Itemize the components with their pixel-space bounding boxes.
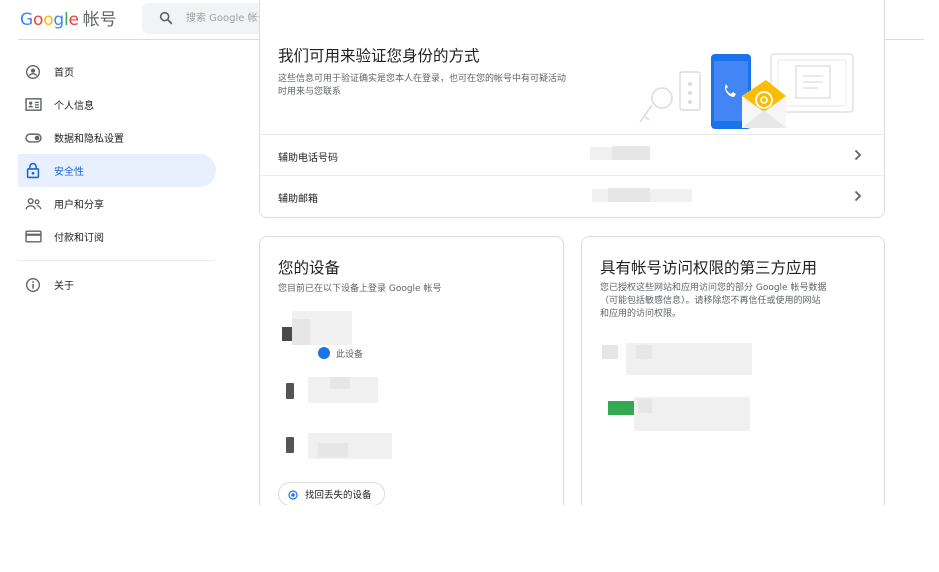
this-device-check-icon (318, 347, 330, 359)
people-icon (24, 195, 42, 213)
verify-card-description: 这些信息可用于验证确实是您本人在登录，也可在您的帐号中有可疑活动 时用来与您联系 (278, 73, 638, 99)
logo-letter: g (53, 10, 64, 30)
phone-icon (286, 437, 294, 453)
account-circle-icon (24, 63, 42, 81)
page-blank-area (0, 505, 939, 572)
sidebar-item-label: 安全性 (54, 167, 84, 178)
sidebar-divider (18, 260, 214, 261)
chevron-right-icon (854, 190, 862, 202)
device-item[interactable]: 此设备 (278, 309, 548, 360)
sidebar-item-label: 关于 (54, 281, 74, 292)
your-devices-card: 您的设备 您目前已在以下设备上登录 Google 帐号 此设备 找回丢失的设备 (259, 236, 564, 516)
sidebar-item-label: 首页 (54, 68, 74, 79)
app-icon (608, 401, 634, 415)
logo-letter: G (20, 10, 33, 30)
sidebar-item-data-privacy[interactable]: 数据和隐私设置 (18, 121, 216, 154)
toggle-icon (24, 129, 42, 147)
device-item[interactable] (278, 373, 548, 407)
recovery-email-row[interactable]: 辅助邮箱 (260, 175, 884, 217)
find-lost-device-button[interactable]: 找回丢失的设备 (278, 482, 385, 506)
credit-card-icon (24, 228, 42, 246)
id-card-icon (24, 96, 42, 114)
info-icon (24, 276, 42, 294)
redacted-device-name (330, 377, 350, 389)
sidebar-item-label: 付款和订阅 (54, 233, 104, 244)
apps-card-title: 具有帐号访问权限的第三方应用 (600, 259, 818, 277)
recovery-phone-label: 辅助电话号码 (278, 153, 338, 164)
logo-letter: o (32, 10, 44, 30)
verify-card-desc-line: 时用来与您联系 (278, 87, 342, 97)
sidebar-item-personal-info[interactable]: 个人信息 (18, 88, 216, 121)
third-party-apps-card: 具有帐号访问权限的第三方应用 您已授权这些网站和应用访问您的部分 Google … (581, 236, 885, 516)
app-icon (602, 345, 618, 359)
sidebar-item-label: 个人信息 (54, 101, 94, 112)
recovery-phone-row[interactable]: 辅助电话号码 (260, 134, 884, 176)
redacted-device-name (318, 443, 348, 457)
chevron-right-icon (854, 149, 862, 161)
app-item[interactable] (600, 341, 760, 375)
redacted-app-name (636, 345, 652, 359)
redacted-device-name (292, 319, 310, 345)
devices-card-description: 您目前已在以下设备上登录 Google 帐号 (278, 284, 442, 294)
redacted-phone-number (612, 146, 650, 160)
locate-icon (288, 490, 298, 500)
phone-email-illustration (639, 53, 854, 129)
search-icon (159, 11, 173, 25)
verify-card-title: 我们可用来验证您身份的方式 (278, 47, 480, 65)
devices-card-title: 您的设备 (278, 259, 341, 277)
find-lost-device-label: 找回丢失的设备 (305, 490, 372, 501)
verify-card-desc-line: 这些信息可用于验证确实是您本人在登录，也可在您的帐号中有可疑活动 (278, 74, 567, 84)
recovery-email-label: 辅助邮箱 (278, 194, 318, 205)
device-item[interactable] (278, 429, 548, 463)
logo-letter: o (43, 10, 54, 30)
phone-icon (286, 383, 294, 399)
logo-suffix: 帐号 (82, 10, 117, 30)
this-device-label: 此设备 (336, 350, 364, 360)
logo-letter: e (68, 10, 79, 30)
sidebar-item-security[interactable]: 安全性 (18, 154, 216, 187)
redacted-app-name (638, 399, 652, 413)
apps-card-desc-line: （可能包括敏感信息）。请移除您不再信任或使用的网站 (600, 296, 821, 306)
google-account-logo[interactable]: Google 帐号 (20, 5, 117, 30)
lock-icon (24, 162, 42, 180)
apps-card-description: 您已授权这些网站和应用访问您的部分 Google 帐号数据 （可能包括敏感信息）… (600, 282, 880, 321)
sidebar-nav: 首页 个人信息 数据和隐私设置 安全性 用户和分享 付款和订阅 关于 (18, 55, 216, 301)
sidebar-item-home[interactable]: 首页 (18, 55, 216, 88)
sidebar-item-label: 用户和分享 (54, 200, 104, 211)
sidebar-item-about[interactable]: 关于 (18, 268, 216, 301)
redacted-email (608, 188, 650, 202)
sidebar-item-payments[interactable]: 付款和订阅 (18, 220, 216, 253)
apps-card-desc-line: 和应用的访问权限。 (600, 309, 682, 319)
app-item[interactable] (600, 393, 760, 433)
sidebar-item-label: 数据和隐私设置 (54, 134, 124, 145)
verify-identity-card: 我们可用来验证您身份的方式 这些信息可用于验证确实是您本人在登录，也可在您的帐号… (259, 0, 885, 218)
apps-card-desc-line: 您已授权这些网站和应用访问您的部分 Google 帐号数据 (600, 283, 827, 293)
sidebar-item-people-sharing[interactable]: 用户和分享 (18, 187, 216, 220)
